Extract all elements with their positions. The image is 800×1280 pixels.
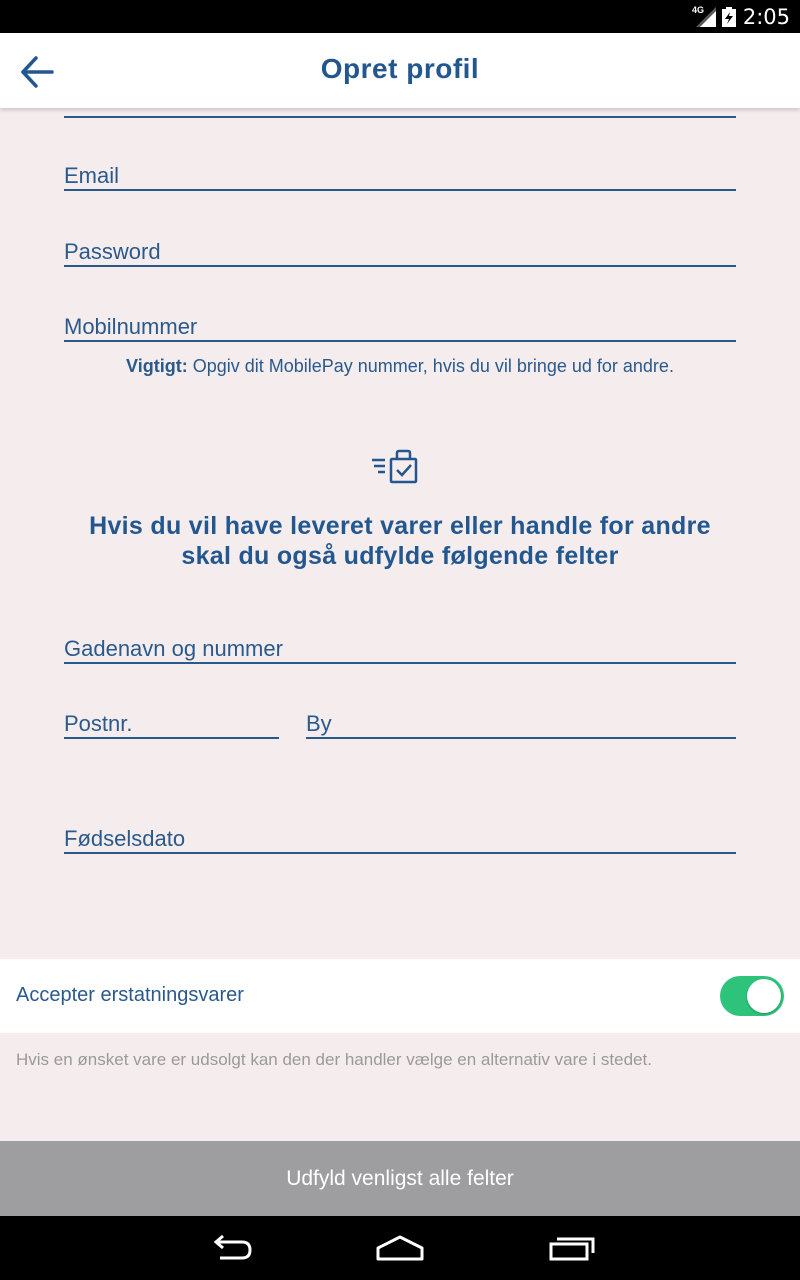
page-title: Opret profil (320, 53, 480, 84)
city-field-wrapper (306, 703, 736, 739)
password-field-wrapper (64, 231, 736, 267)
email-field-wrapper (64, 155, 736, 191)
toggle-knob (747, 979, 781, 1013)
mobile-field[interactable] (64, 306, 736, 340)
home-nav-icon (376, 1235, 424, 1261)
birthdate-field[interactable] (64, 818, 736, 852)
scrolled-field-underline (64, 116, 736, 118)
street-field-wrapper (64, 628, 736, 664)
battery-charging-icon (722, 7, 736, 27)
postal-field-wrapper (64, 703, 279, 739)
nav-recents-button[interactable] (542, 1230, 602, 1266)
email-field[interactable] (64, 155, 736, 189)
app-bar: Opret profil (0, 33, 800, 108)
submit-button[interactable]: Udfyld venligst alle felter (0, 1141, 800, 1216)
substitution-label: Accepter erstatningsvarer (16, 984, 244, 1006)
mobile-field-wrapper (64, 306, 736, 342)
substitution-row: Accepter erstatningsvarer (0, 959, 800, 1033)
city-field[interactable] (306, 703, 736, 737)
nav-back-button[interactable] (200, 1230, 260, 1266)
password-field[interactable] (64, 231, 736, 265)
recents-nav-icon (549, 1237, 595, 1261)
substitution-toggle[interactable] (720, 976, 784, 1016)
network-type: 4G (692, 5, 705, 15)
status-bar: 4G 2:05 (0, 0, 800, 33)
status-time: 2:05 (742, 5, 790, 29)
system-nav-bar (0, 1216, 800, 1280)
delivery-section-heading: Hvis du vil have leveret varer eller han… (60, 511, 740, 571)
substitution-help: Hvis en ønsket vare er udsolgt kan den d… (16, 1050, 652, 1069)
delivery-heading-line1: Hvis du vil have leveret varer eller han… (89, 512, 711, 540)
nav-home-button[interactable] (370, 1230, 430, 1266)
mobile-note: Vigtigt: Opgiv dit MobilePay nummer, hvi… (0, 356, 800, 377)
postal-field[interactable] (64, 703, 279, 737)
signal-icon: 4G (692, 5, 716, 27)
delivery-heading-line2: skal du også udfylde følgende felter (181, 542, 619, 570)
mobile-note-text: Opgiv dit MobilePay nummer, hvis du vil … (187, 356, 674, 376)
status-icons: 4G (692, 5, 736, 28)
street-field[interactable] (64, 628, 736, 662)
back-nav-icon (213, 1234, 252, 1260)
delivery-bag-icon (372, 449, 418, 484)
birthdate-field-wrapper (64, 818, 736, 854)
mobile-note-bold: Vigtigt: (126, 356, 188, 376)
